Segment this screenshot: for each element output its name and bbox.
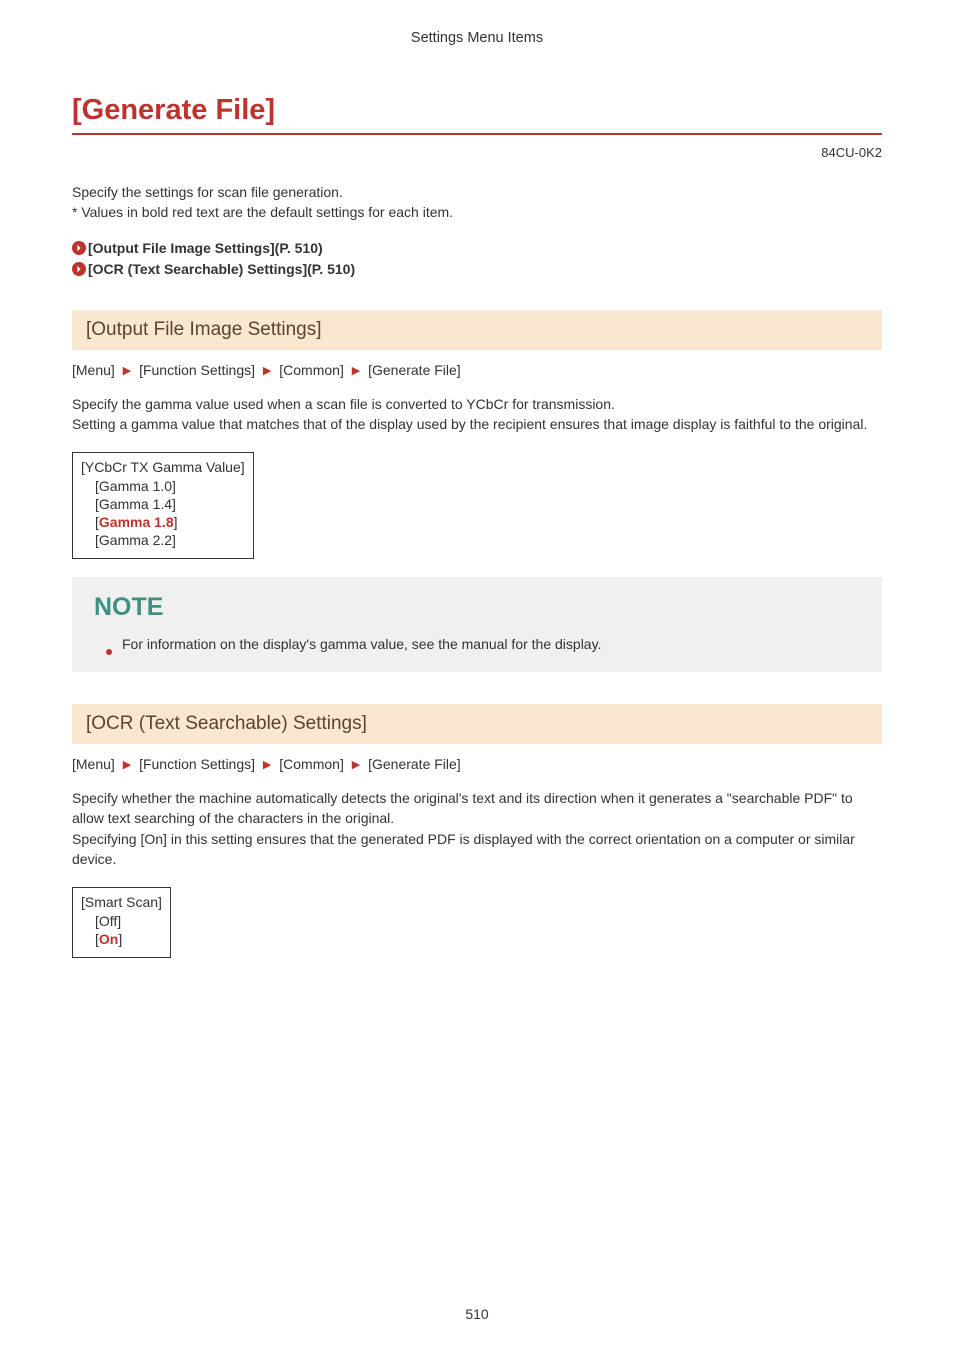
- section-description: Specify whether the machine automaticall…: [72, 788, 882, 869]
- option-item: [Gamma 1.4]: [95, 496, 245, 512]
- breadcrumb-item: [Common]: [279, 756, 344, 772]
- document-code: 84CU-0K2: [72, 145, 882, 160]
- option-group-label: [Smart Scan]: [81, 894, 162, 910]
- breadcrumb-item: [Generate File]: [368, 362, 461, 378]
- chevron-right-icon: ▶: [123, 758, 131, 771]
- breadcrumb-item: [Common]: [279, 362, 344, 378]
- chevron-right-icon: ▶: [352, 364, 360, 377]
- section-heading-output-file: [Output File Image Settings]: [72, 310, 882, 350]
- toc-link-output-file[interactable]: [Output File Image Settings](P. 510): [72, 240, 323, 256]
- option-item: [On]: [95, 931, 162, 947]
- intro-line: Specify the settings for scan file gener…: [72, 182, 882, 202]
- chevron-right-icon: ▶: [123, 364, 131, 377]
- breadcrumb: [Menu] ▶ [Function Settings] ▶ [Common] …: [72, 362, 882, 378]
- note-text: For information on the display's gamma v…: [122, 636, 601, 652]
- option-box-gamma: [YCbCr TX Gamma Value] [Gamma 1.0] [Gamm…: [72, 452, 254, 559]
- toc: [Output File Image Settings](P. 510) [OC…: [72, 239, 882, 278]
- intro-line: * Values in bold red text are the defaul…: [72, 202, 882, 222]
- arrow-right-circle-icon: [72, 262, 86, 276]
- breadcrumb-item: [Function Settings]: [139, 362, 255, 378]
- note-block: NOTE For information on the display's ga…: [72, 577, 882, 672]
- page-title: [Generate File]: [72, 94, 882, 127]
- default-option: Gamma 1.8: [99, 514, 174, 530]
- section-heading-ocr: [OCR (Text Searchable) Settings]: [72, 704, 882, 744]
- toc-link-ocr[interactable]: [OCR (Text Searchable) Settings](P. 510): [72, 261, 355, 277]
- option-box-smartscan: [Smart Scan] [Off] [On]: [72, 887, 171, 958]
- breadcrumb-item: [Function Settings]: [139, 756, 255, 772]
- default-option: On: [99, 931, 118, 947]
- bullet-icon: [106, 649, 112, 655]
- chevron-right-icon: ▶: [352, 758, 360, 771]
- breadcrumb-item: [Generate File]: [368, 756, 461, 772]
- toc-label: [Output File Image Settings](P. 510): [88, 240, 323, 256]
- breadcrumb-item: [Menu]: [72, 362, 115, 378]
- breadcrumb-item: [Menu]: [72, 756, 115, 772]
- title-rule: [72, 133, 882, 135]
- chevron-right-icon: ▶: [263, 758, 271, 771]
- arrow-right-circle-icon: [72, 241, 86, 255]
- option-item: [Gamma 2.2]: [95, 532, 245, 548]
- option-item: [Off]: [95, 913, 162, 929]
- toc-label: [OCR (Text Searchable) Settings](P. 510): [88, 261, 355, 277]
- option-item: [Gamma 1.8]: [95, 514, 245, 530]
- section-description: Specify the gamma value used when a scan…: [72, 394, 882, 435]
- chevron-right-icon: ▶: [263, 364, 271, 377]
- note-title: NOTE: [94, 593, 860, 622]
- note-bullet: For information on the display's gamma v…: [94, 636, 860, 652]
- intro-text: Specify the settings for scan file gener…: [72, 182, 882, 223]
- page-number: 510: [0, 1306, 954, 1322]
- page-header: Settings Menu Items: [72, 30, 882, 46]
- breadcrumb: [Menu] ▶ [Function Settings] ▶ [Common] …: [72, 756, 882, 772]
- option-group-label: [YCbCr TX Gamma Value]: [81, 459, 245, 475]
- option-item: [Gamma 1.0]: [95, 478, 245, 494]
